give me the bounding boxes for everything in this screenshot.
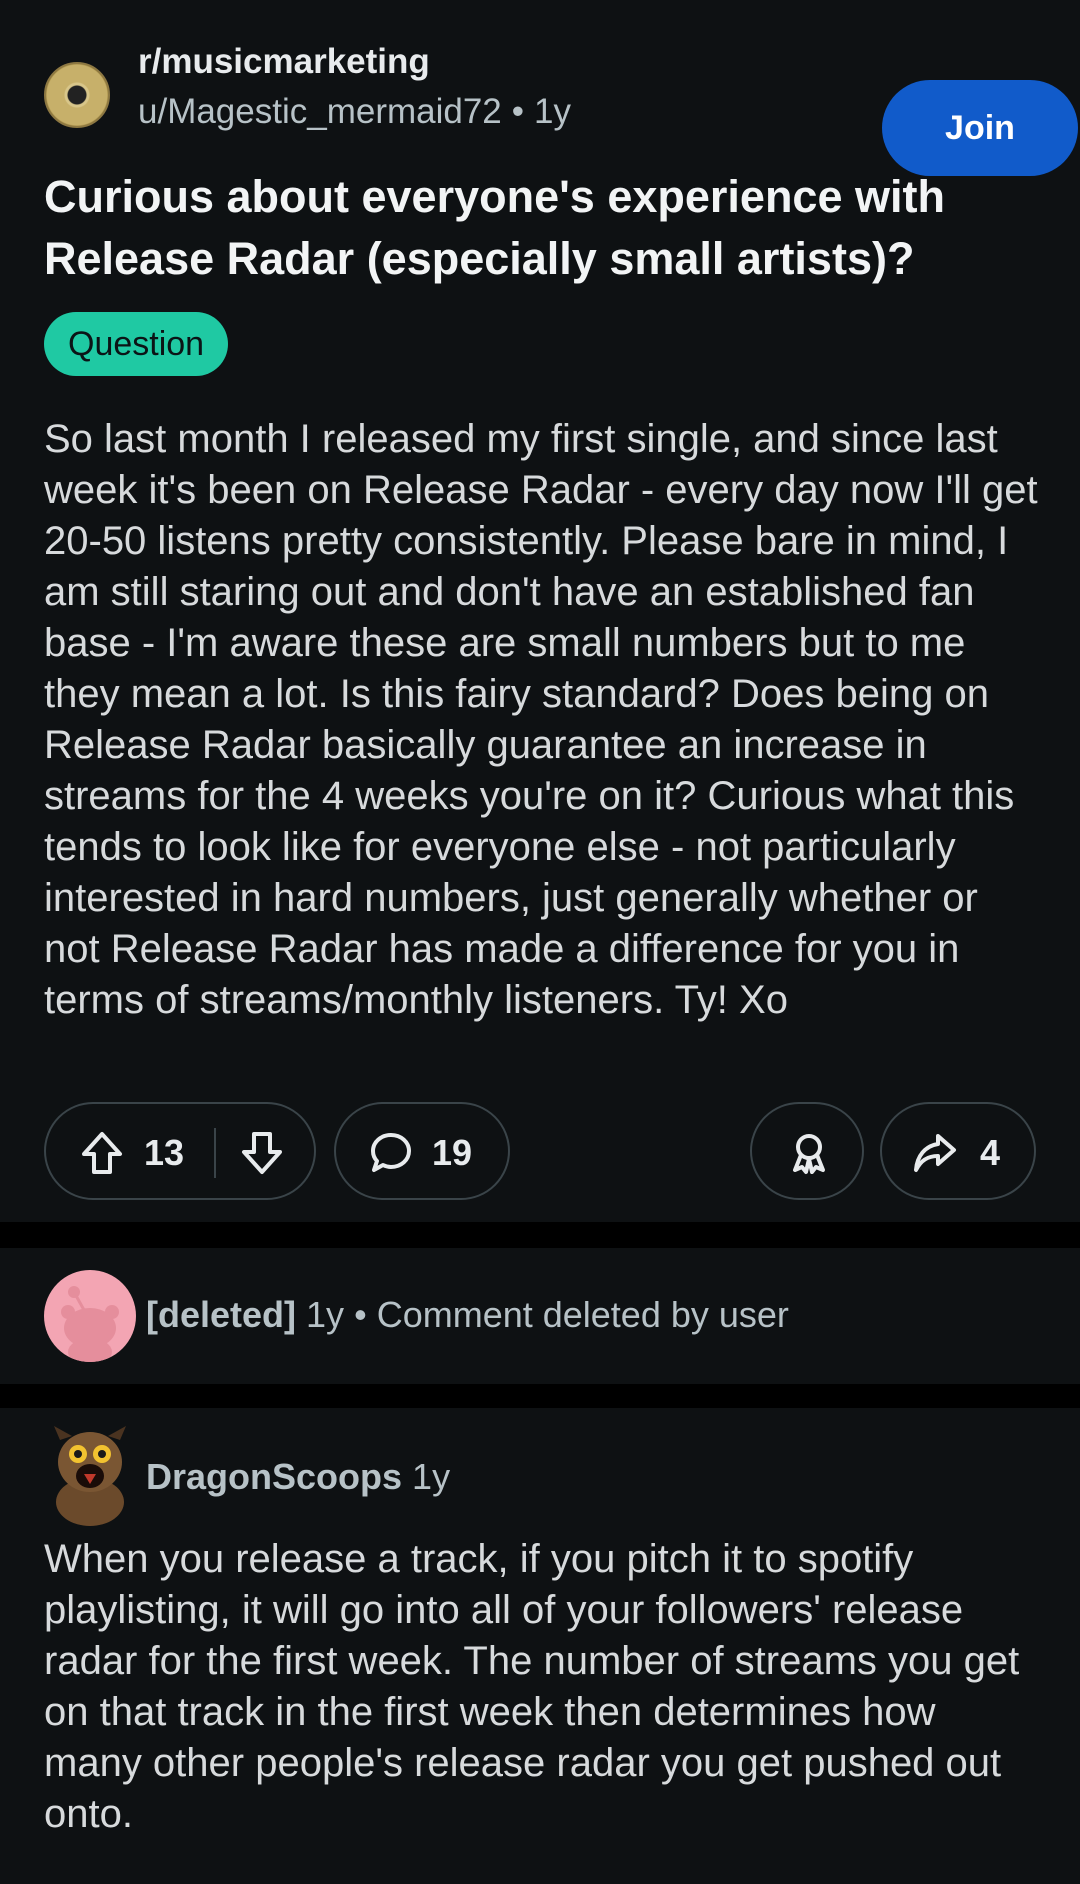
comment: DragonScoops 1y When you release a track… [0, 1408, 1080, 1884]
comment-age: 1y [306, 1294, 345, 1335]
author-name[interactable]: u/Magestic_mermaid72 [138, 92, 502, 131]
comment-author[interactable]: DragonScoops [146, 1456, 402, 1497]
post-age: 1y [534, 92, 572, 131]
downvote-icon[interactable] [240, 1130, 284, 1176]
deleted-user-avatar [44, 1270, 136, 1362]
subreddit-avatar[interactable] [44, 62, 110, 128]
vote-pill: 13 [44, 1102, 316, 1200]
comment-icon [368, 1130, 414, 1176]
comment-text: Comment deleted by user [376, 1294, 789, 1335]
share-button[interactable]: 4 [880, 1102, 1036, 1200]
post-header: r/musicmarketing u/Magestic_mermaid72 • 1y… [44, 40, 1078, 176]
user-avatar[interactable] [48, 1422, 132, 1526]
comment-meta: [deleted] 1y • Comment deleted by user [146, 1294, 789, 1336]
comment-meta: DragonScoops 1y [146, 1456, 450, 1498]
comment-count: 19 [432, 1132, 473, 1173]
meta-separator: • [354, 1294, 367, 1335]
comment-author[interactable]: [deleted] [146, 1294, 296, 1335]
award-icon [787, 1130, 831, 1176]
share-count: 4 [980, 1132, 1001, 1173]
comment-age: 1y [412, 1456, 451, 1497]
post-body: So last month I released my first single… [44, 417, 1038, 1022]
post-card: r/musicmarketing u/Magestic_mermaid72 • 1y… [0, 0, 1080, 1222]
meta-separator: • [511, 92, 525, 131]
award-button[interactable] [750, 1102, 864, 1200]
flair-badge[interactable]: Question [44, 312, 229, 376]
snoo-icon [61, 1286, 119, 1362]
upvote-count: 13 [144, 1132, 185, 1173]
post-meta: u/Magestic_mermaid72 • 1y [138, 92, 571, 132]
post-actions: 13 19 4 [44, 1102, 1036, 1200]
join-button[interactable]: Join [882, 80, 1078, 176]
vote-divider [214, 1128, 216, 1178]
post-title[interactable]: Curious about everyone's experience with… [44, 166, 1044, 290]
upvote-icon[interactable] [80, 1130, 124, 1176]
comment-body: When you release a track, if you pitch i… [44, 1537, 1020, 1836]
share-icon [912, 1130, 958, 1176]
comments-button[interactable]: 19 [334, 1102, 510, 1200]
subreddit-name[interactable]: r/musicmarketing [138, 42, 430, 82]
comment-deleted: [deleted] 1y • Comment deleted by user [0, 1248, 1080, 1384]
